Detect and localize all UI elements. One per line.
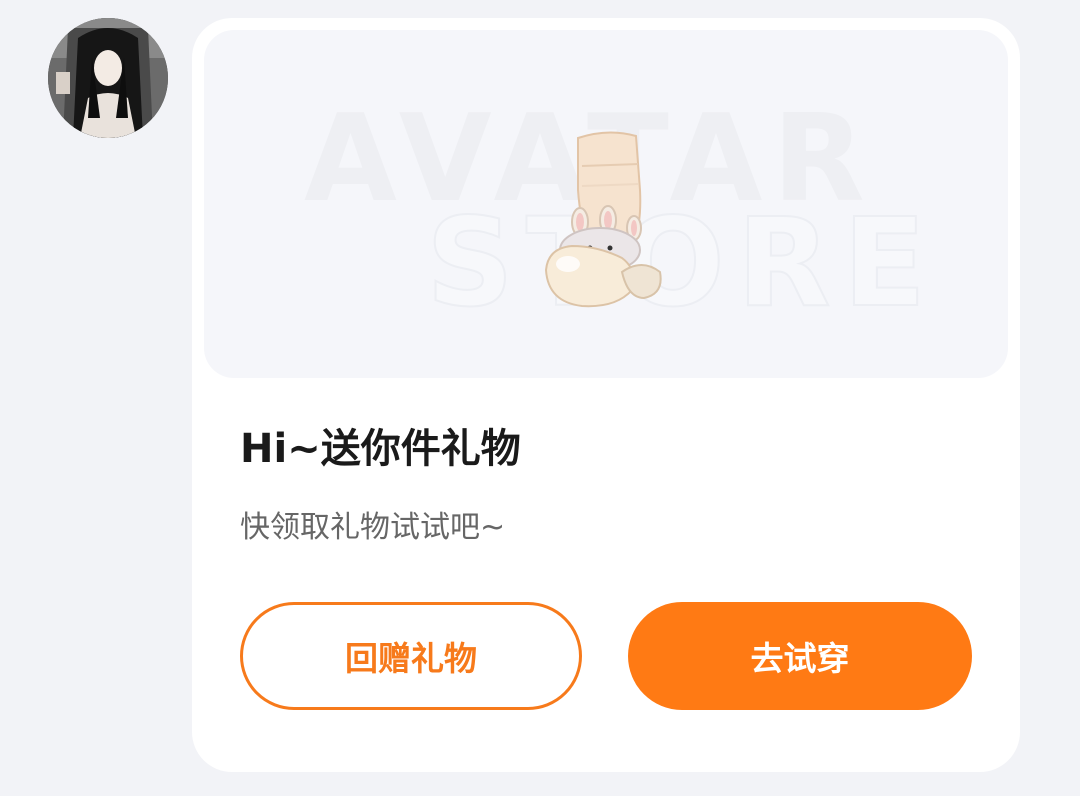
- gift-card[interactable]: AVATAR STORE: [192, 18, 1020, 772]
- chat-message: AVATAR STORE: [0, 0, 1080, 796]
- try-on-button[interactable]: 去试穿: [628, 602, 972, 710]
- return-gift-button[interactable]: 回赠礼物: [240, 602, 582, 710]
- gift-subtitle: 快领取礼物试试吧~: [240, 510, 506, 545]
- gift-banner: AVATAR STORE: [204, 30, 1008, 378]
- bunny-slippers-icon: [544, 131, 662, 308]
- banner-watermark-store: STORE: [425, 192, 939, 334]
- user-avatar-photo-icon: [48, 18, 168, 138]
- sender-avatar[interactable]: [48, 18, 168, 138]
- gift-title: Hi~送你件礼物: [240, 426, 521, 472]
